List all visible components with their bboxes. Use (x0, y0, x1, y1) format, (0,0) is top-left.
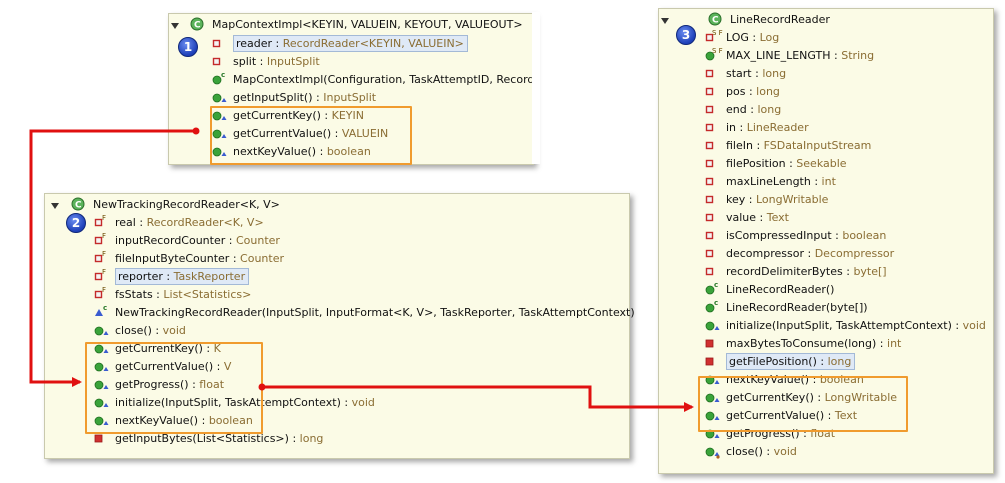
arrows-overlay (29, 127, 694, 412)
arrow-mapcontext-to-tracking (29, 127, 200, 387)
arrow-tracking-to-linerecord (258, 383, 694, 412)
panel1-right-mask (532, 12, 540, 164)
